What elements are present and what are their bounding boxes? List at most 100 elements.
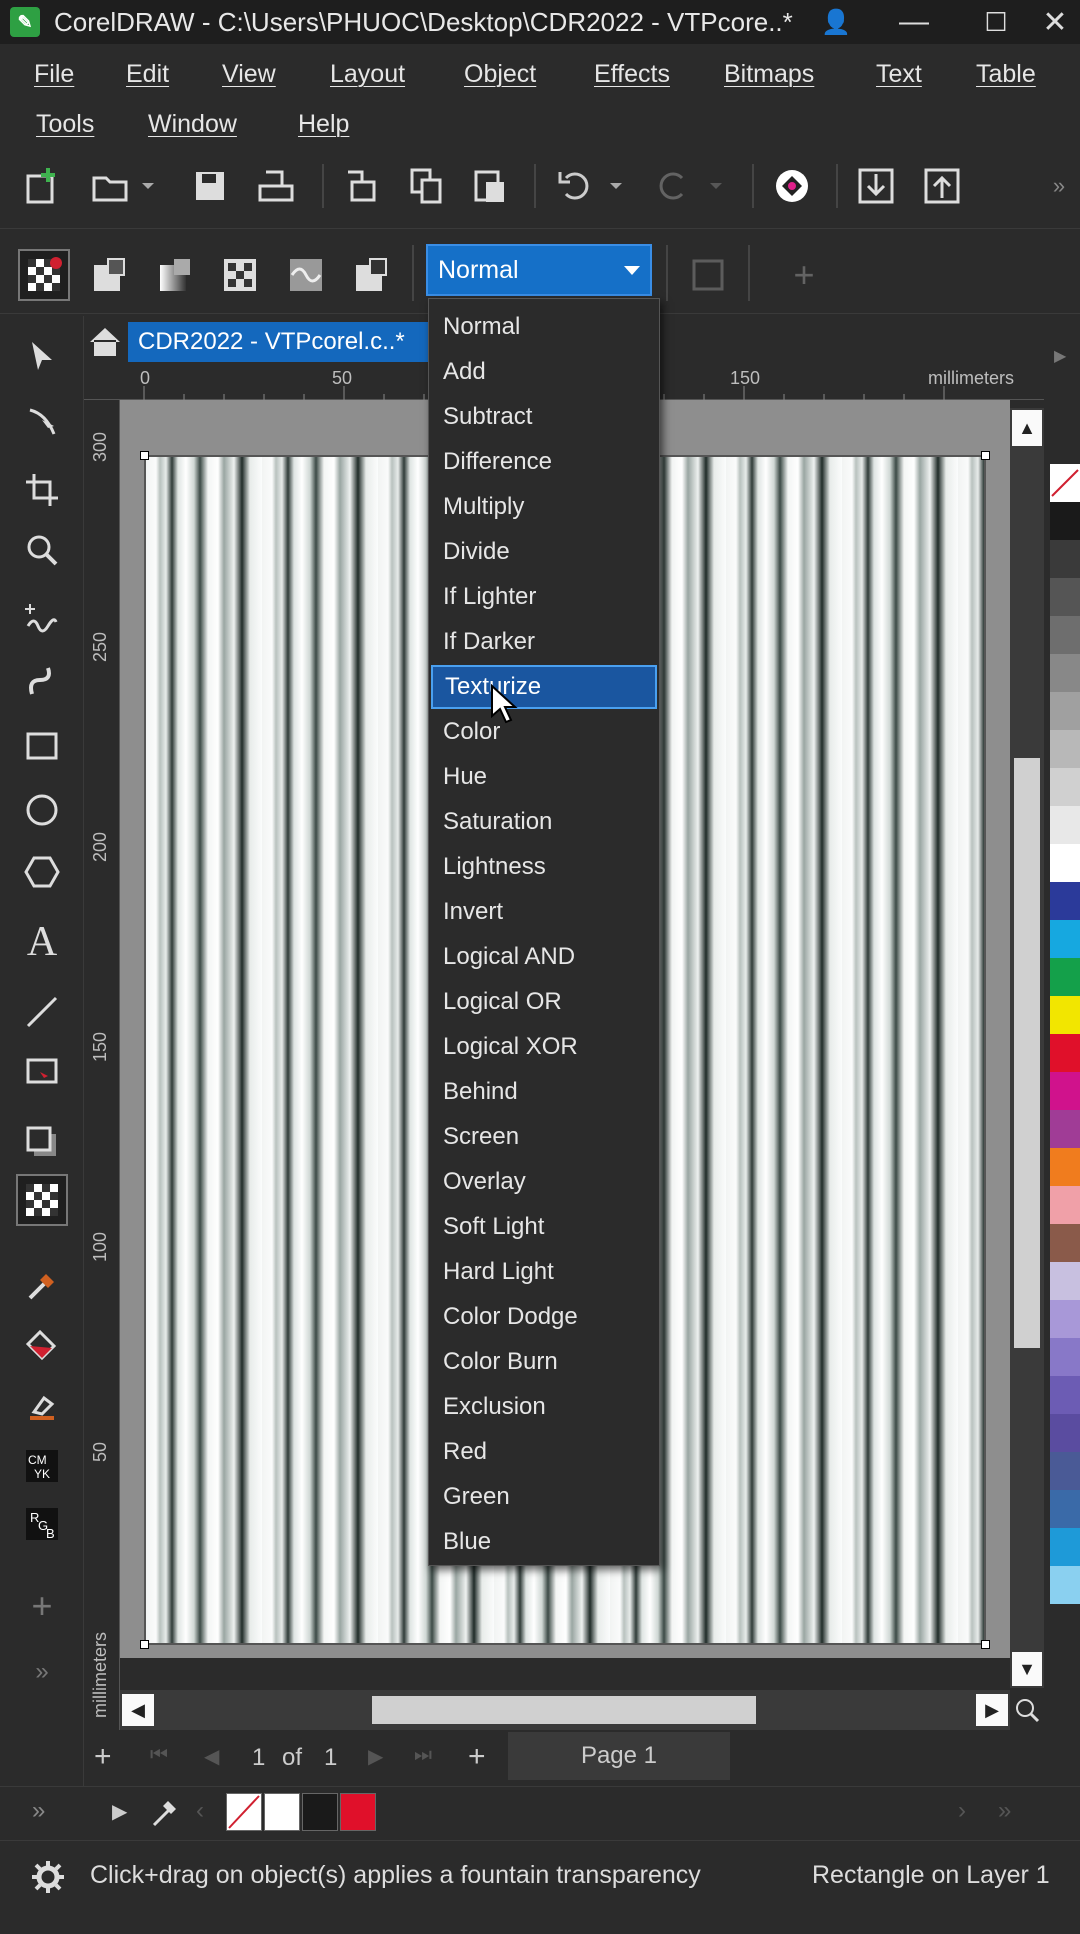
- freehand-tool-icon[interactable]: [16, 592, 68, 644]
- menu-help[interactable]: Help: [298, 110, 349, 139]
- color-swatch[interactable]: [1050, 768, 1080, 806]
- document-color-swatch[interactable]: [340, 1793, 376, 1831]
- scroll-up-icon[interactable]: ▲: [1012, 410, 1042, 446]
- blend-option-soft-light[interactable]: Soft Light: [431, 1205, 657, 1249]
- transparency-none-icon[interactable]: [18, 249, 70, 301]
- blend-mode-select[interactable]: Normal: [426, 244, 652, 296]
- connector-tool-icon[interactable]: [16, 1046, 68, 1098]
- color-swatch[interactable]: [1050, 540, 1080, 578]
- palette-scroll-up-icon[interactable]: ▶: [1054, 346, 1066, 366]
- blend-option-hard-light[interactable]: Hard Light: [431, 1250, 657, 1294]
- fountain-transparency-icon[interactable]: [154, 253, 198, 297]
- blend-option-texturize[interactable]: Texturize: [431, 665, 657, 709]
- menu-layout[interactable]: Layout: [330, 60, 405, 89]
- paste-icon[interactable]: [468, 164, 512, 208]
- document-color-swatch[interactable]: [302, 1793, 338, 1831]
- color-swatch[interactable]: [1050, 1338, 1080, 1376]
- color-swatch[interactable]: [1050, 1224, 1080, 1262]
- open-recent-chevron-icon[interactable]: [136, 164, 160, 208]
- drop-shadow-tool-icon[interactable]: [16, 1116, 68, 1168]
- blend-option-overlay[interactable]: Overlay: [431, 1160, 657, 1204]
- color-swatch[interactable]: [1050, 1376, 1080, 1414]
- maximize-button[interactable]: ☐: [966, 0, 1026, 44]
- current-page-number[interactable]: 1: [252, 1744, 265, 1772]
- blend-option-if-lighter[interactable]: If Lighter: [431, 575, 657, 619]
- rectangle-tool-icon[interactable]: [16, 720, 68, 772]
- blend-option-color[interactable]: Color: [431, 710, 657, 754]
- blend-option-red[interactable]: Red: [431, 1430, 657, 1474]
- cut-icon[interactable]: [340, 164, 384, 208]
- scroll-left-icon[interactable]: ◀: [122, 1694, 154, 1726]
- bitmap-pattern-transparency-icon[interactable]: [284, 253, 328, 297]
- new-document-icon[interactable]: [20, 164, 64, 208]
- blend-option-invert[interactable]: Invert: [431, 890, 657, 934]
- color-swatch[interactable]: [1050, 1490, 1080, 1528]
- minimize-button[interactable]: —: [884, 0, 944, 44]
- toolbox-expand-icon[interactable]: »: [16, 1646, 68, 1698]
- uniform-transparency-icon[interactable]: [88, 253, 132, 297]
- no-color-swatch[interactable]: [1050, 464, 1080, 502]
- close-button[interactable]: ✕: [1030, 0, 1080, 44]
- copy-icon[interactable]: [404, 164, 448, 208]
- save-icon[interactable]: [188, 164, 232, 208]
- horizontal-scrollbar[interactable]: ◀ ▶: [120, 1690, 1010, 1730]
- undo-list-chevron-icon[interactable]: [604, 164, 628, 208]
- vertical-scroll-thumb[interactable]: [1014, 758, 1040, 1348]
- blend-option-divide[interactable]: Divide: [431, 530, 657, 574]
- add-tool-icon[interactable]: +: [16, 1580, 68, 1632]
- blend-option-hue[interactable]: Hue: [431, 755, 657, 799]
- toolbar-overflow-icon[interactable]: »: [1044, 164, 1074, 208]
- palette-expand-icon[interactable]: »: [32, 1797, 45, 1825]
- color-swatch[interactable]: [1050, 806, 1080, 844]
- color-swatch[interactable]: [1050, 1262, 1080, 1300]
- import-icon[interactable]: [854, 164, 898, 208]
- menu-tools[interactable]: Tools: [36, 110, 94, 139]
- menu-table[interactable]: Table: [976, 60, 1036, 89]
- blend-option-if-darker[interactable]: If Darker: [431, 620, 657, 664]
- print-icon[interactable]: [254, 164, 298, 208]
- open-folder-icon[interactable]: [88, 164, 132, 208]
- text-tool-icon[interactable]: A: [16, 916, 68, 968]
- menu-file[interactable]: File: [34, 60, 74, 89]
- interactive-fill-tool-icon[interactable]: [16, 1320, 68, 1372]
- color-swatch[interactable]: [1050, 1414, 1080, 1452]
- menu-view[interactable]: View: [222, 60, 276, 89]
- vector-pattern-transparency-icon[interactable]: [218, 253, 262, 297]
- home-icon[interactable]: [84, 322, 126, 362]
- crop-tool-icon[interactable]: [16, 464, 68, 516]
- menu-text[interactable]: Text: [876, 60, 922, 89]
- dimension-tool-icon[interactable]: [16, 986, 68, 1038]
- color-swatch[interactable]: [1050, 1186, 1080, 1224]
- add-page-before-icon[interactable]: +: [94, 1740, 112, 1774]
- color-swatch[interactable]: [1050, 1566, 1080, 1604]
- corel-connect-icon[interactable]: [770, 164, 814, 208]
- zoom-tool-icon[interactable]: [16, 524, 68, 576]
- blend-option-multiply[interactable]: Multiply: [431, 485, 657, 529]
- palette-options-icon[interactable]: »: [998, 1797, 1011, 1825]
- color-swatch[interactable]: [1050, 958, 1080, 996]
- scroll-right-icon[interactable]: ▶: [976, 1694, 1008, 1726]
- color-swatch[interactable]: [1050, 1072, 1080, 1110]
- blend-option-logical-and[interactable]: Logical AND: [431, 935, 657, 979]
- page-tab[interactable]: Page 1: [508, 1732, 730, 1780]
- palette-play-icon[interactable]: ▶: [112, 1799, 127, 1824]
- artistic-media-tool-icon[interactable]: [16, 656, 68, 708]
- color-swatch[interactable]: [1050, 1148, 1080, 1186]
- vertical-ruler[interactable]: 300 250 200 150 100 50 millimeters: [84, 400, 120, 1730]
- document-tab[interactable]: CDR2022 - VTPcorel.c..*: [128, 322, 428, 362]
- color-swatch[interactable]: [1050, 1300, 1080, 1338]
- color-swatch[interactable]: [1050, 996, 1080, 1034]
- blend-option-logical-or[interactable]: Logical OR: [431, 980, 657, 1024]
- blend-option-screen[interactable]: Screen: [431, 1115, 657, 1159]
- gear-icon[interactable]: [30, 1859, 66, 1895]
- blend-option-add[interactable]: Add: [431, 350, 657, 394]
- export-icon[interactable]: [920, 164, 964, 208]
- selection-handle[interactable]: [140, 1640, 149, 1649]
- blend-option-exclusion[interactable]: Exclusion: [431, 1385, 657, 1429]
- menu-bitmaps[interactable]: Bitmaps: [724, 60, 814, 89]
- eyedropper-tool-icon[interactable]: [16, 1260, 68, 1312]
- smart-fill-tool-icon[interactable]: [16, 1382, 68, 1434]
- blend-option-blue[interactable]: Blue: [431, 1520, 657, 1564]
- horizontal-scroll-thumb[interactable]: [372, 1696, 756, 1724]
- selection-handle[interactable]: [981, 451, 990, 460]
